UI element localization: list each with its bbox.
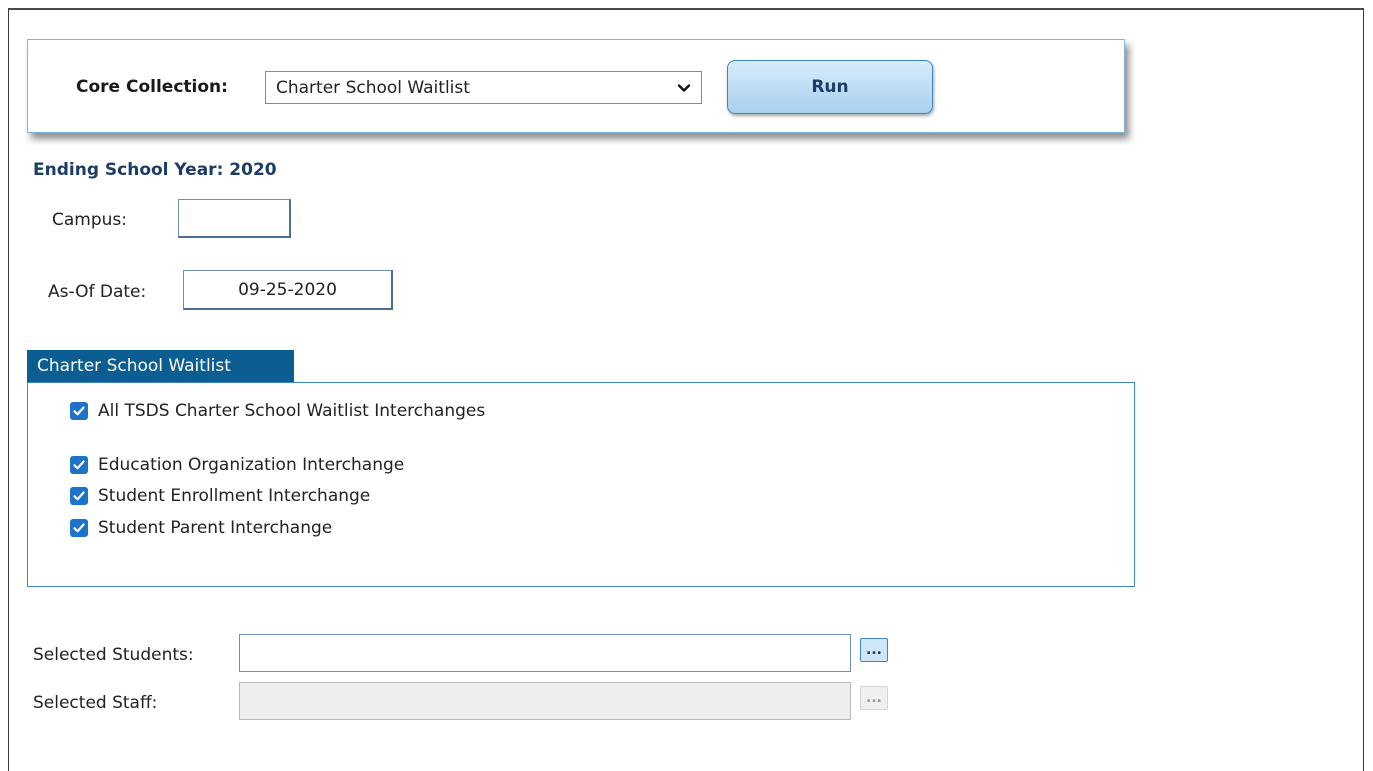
selected-students-browse-button[interactable]: ... [860, 638, 888, 662]
as-of-date-label: As-Of Date: [48, 282, 147, 302]
checkbox-education-organization[interactable] [70, 456, 88, 474]
run-button[interactable]: Run [727, 60, 933, 114]
selected-staff-input [239, 682, 851, 720]
selected-students-label: Selected Students: [33, 645, 194, 665]
campus-label: Campus: [52, 210, 127, 230]
as-of-date-input[interactable]: 09-25-2020 [183, 270, 393, 310]
checkmark-icon [73, 406, 85, 416]
checkbox-student-parent[interactable] [70, 519, 88, 537]
checkmark-icon [73, 491, 85, 501]
interchange-panel: All TSDS Charter School Waitlist Interch… [27, 382, 1135, 587]
selected-staff-label: Selected Staff: [33, 693, 158, 713]
toolbar-panel: Core Collection: Charter School Waitlist… [27, 39, 1125, 133]
checkbox-label: Education Organization Interchange [98, 455, 405, 475]
checkbox-label: Student Enrollment Interchange [98, 486, 371, 506]
checkbox-all-interchanges[interactable] [70, 402, 88, 420]
checkbox-row-education-organization[interactable]: Education Organization Interchange [70, 455, 404, 475]
checkbox-row-student-enrollment[interactable]: Student Enrollment Interchange [70, 486, 370, 506]
checkbox-student-enrollment[interactable] [70, 487, 88, 505]
selected-students-input[interactable] [239, 634, 851, 672]
core-collection-label: Core Collection: [76, 77, 228, 97]
ending-school-year: Ending School Year: 2020 [33, 160, 277, 180]
chevron-down-icon [677, 83, 691, 92]
checkbox-label: All TSDS Charter School Waitlist Interch… [98, 401, 486, 421]
core-collection-select[interactable]: Charter School Waitlist [265, 71, 702, 104]
selected-staff-browse-button: ... [860, 686, 888, 710]
core-collection-value: Charter School Waitlist [276, 77, 470, 98]
campus-input[interactable] [178, 199, 291, 238]
checkbox-row-all[interactable]: All TSDS Charter School Waitlist Interch… [70, 401, 485, 421]
checkmark-icon [73, 523, 85, 533]
checkmark-icon [73, 460, 85, 470]
panel-tab-charter-school-waitlist: Charter School Waitlist [27, 350, 294, 382]
checkbox-row-student-parent[interactable]: Student Parent Interchange [70, 518, 332, 538]
checkbox-label: Student Parent Interchange [98, 518, 333, 538]
